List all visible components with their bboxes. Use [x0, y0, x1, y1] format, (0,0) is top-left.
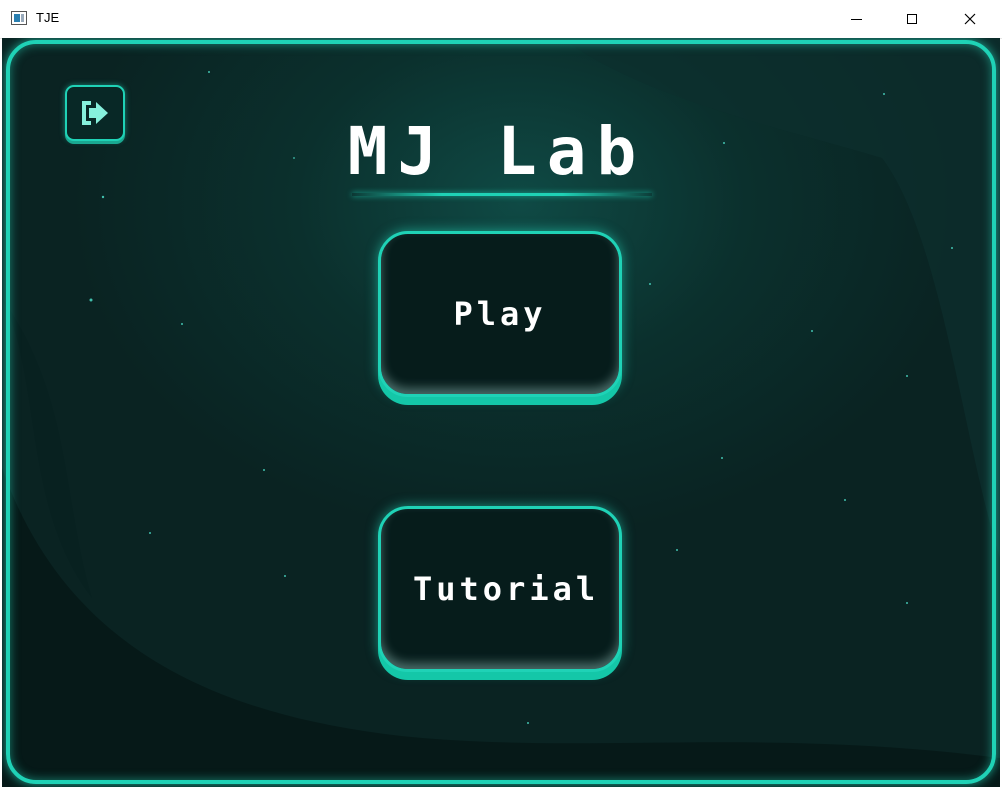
window-titlebar: TJE — [0, 0, 1002, 39]
minimize-icon — [850, 18, 862, 20]
close-icon — [964, 13, 976, 25]
exit-arrow-icon — [82, 101, 108, 125]
tutorial-button[interactable]: Tutorial — [378, 506, 622, 672]
title-underline — [352, 193, 652, 196]
play-button[interactable]: Play — [378, 231, 622, 397]
maximize-icon — [907, 14, 917, 24]
game-canvas: MJ Lab Play Tutorial — [2, 38, 1000, 787]
window-title: TJE — [36, 10, 60, 25]
app-icon — [11, 11, 27, 25]
minimize-button[interactable] — [833, 0, 879, 38]
game-title: MJ Lab — [347, 113, 647, 190]
close-button[interactable] — [947, 0, 993, 38]
play-button-label: Play — [453, 295, 547, 333]
tutorial-button-label: Tutorial — [413, 570, 600, 608]
exit-button[interactable] — [65, 85, 125, 141]
maximize-button[interactable] — [889, 0, 935, 38]
